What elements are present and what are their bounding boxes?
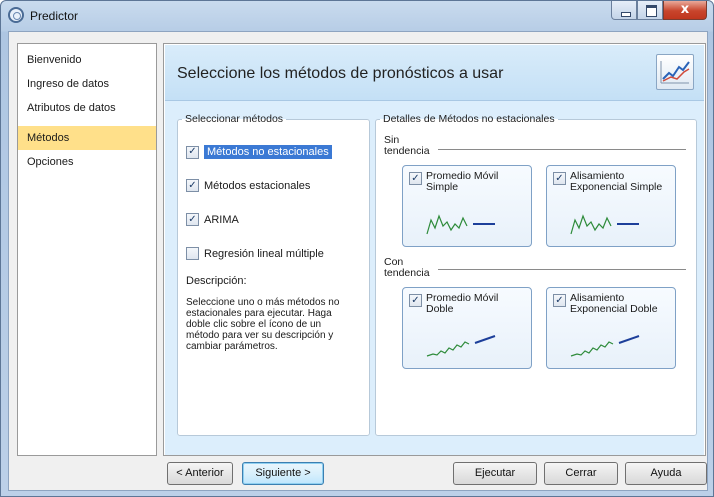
method-details-group: Detalles de Métodos no estacionales Sin …	[375, 113, 697, 436]
sidebar-item-opciones[interactable]: Opciones	[18, 150, 156, 174]
close-icon: x	[680, 2, 690, 17]
group-label-with-trend: Con tendencia	[384, 257, 430, 279]
minimize-button[interactable]	[611, 1, 637, 20]
page-title: Seleccione los métodos de pronósticos a …	[177, 65, 504, 82]
next-button[interactable]: Siguiente >	[242, 462, 324, 485]
option-label: Métodos estacionales	[204, 179, 311, 192]
group-label-line2: tendencia	[384, 145, 430, 157]
checkbox-checked-icon[interactable]: ✓	[186, 145, 199, 159]
window-controls: x	[611, 1, 707, 21]
option-seasonal[interactable]: ✓ Métodos estacionales	[186, 179, 310, 192]
select-methods-group: Seleccionar métodos ✓ Métodos no estacio…	[177, 113, 370, 436]
description-text: Seleccione uno o más métodos no estacion…	[186, 297, 340, 352]
close-button[interactable]: Cerrar	[544, 462, 618, 485]
method-promedio-movil-simple[interactable]: ✓ Promedio Móvil Simple	[402, 165, 532, 247]
main-panel: Seleccione los métodos de pronósticos a …	[163, 43, 706, 456]
title-bar[interactable]: Predictor x	[1, 1, 713, 31]
method-label: Alisamiento Exponencial Doble	[570, 292, 658, 315]
close-window-button[interactable]: x	[663, 1, 707, 20]
method-details-legend: Detalles de Métodos no estacionales	[383, 113, 555, 125]
checkbox-checked-icon[interactable]: ✓	[553, 294, 566, 307]
option-arima[interactable]: ✓ ARIMA	[186, 213, 239, 226]
page-header: Seleccione los métodos de pronósticos a …	[165, 45, 704, 101]
group-label-no-trend: Sin tendencia	[384, 135, 430, 157]
option-multiple-regression[interactable]: Regresión lineal múltiple	[186, 247, 324, 260]
option-label: ARIMA	[204, 213, 239, 226]
maximize-button[interactable]	[637, 1, 663, 20]
line-chart-icon	[656, 54, 694, 90]
checkbox-unchecked-icon[interactable]	[186, 247, 199, 260]
method-alisamiento-exponencial-doble[interactable]: ✓ Alisamiento Exponencial Doble	[546, 287, 676, 369]
select-methods-legend: Seleccionar métodos	[185, 113, 284, 125]
help-button[interactable]: Ayuda	[625, 462, 707, 485]
method-promedio-movil-doble[interactable]: ✓ Promedio Móvil Doble	[402, 287, 532, 369]
group-divider	[438, 149, 686, 150]
checkbox-checked-icon[interactable]: ✓	[186, 213, 199, 226]
option-label: Métodos no estacionales	[204, 145, 332, 159]
checkbox-checked-icon[interactable]: ✓	[553, 172, 566, 185]
trend-series-icon	[570, 335, 640, 357]
flat-series-icon	[426, 214, 495, 235]
window-title: Predictor	[30, 9, 79, 23]
option-no-seasonal[interactable]: ✓ Métodos no estacionales	[186, 145, 332, 159]
content-area: Seleccionar métodos ✓ Métodos no estacio…	[165, 101, 704, 455]
description-label: Descripción:	[186, 275, 247, 287]
flat-series-icon	[570, 214, 639, 235]
method-label: Promedio Móvil Simple	[426, 170, 499, 193]
app-icon	[8, 7, 24, 23]
sidebar-item-bienvenido[interactable]: Bienvenido	[18, 48, 156, 72]
previous-button[interactable]: < Anterior	[167, 462, 233, 485]
sidebar-item-atributos-de-datos[interactable]: Atributos de datos	[18, 96, 156, 120]
checkbox-checked-icon[interactable]: ✓	[409, 172, 422, 185]
method-label: Alisamiento Exponencial Simple	[570, 170, 663, 193]
run-button[interactable]: Ejecutar	[453, 462, 537, 485]
method-label: Promedio Móvil Doble	[426, 292, 499, 315]
group-label-line2: tendencia	[384, 267, 430, 279]
checkbox-checked-icon[interactable]: ✓	[186, 179, 199, 192]
checkbox-checked-icon[interactable]: ✓	[409, 294, 422, 307]
group-divider	[438, 269, 686, 270]
option-label: Regresión lineal múltiple	[204, 247, 324, 260]
sidebar-item-metodos[interactable]: Métodos	[18, 126, 156, 150]
method-alisamiento-exponencial-simple[interactable]: ✓ Alisamiento Exponencial Simple	[546, 165, 676, 247]
trend-series-icon	[426, 335, 496, 357]
sidebar: Bienvenido Ingreso de datos Atributos de…	[17, 43, 157, 456]
sidebar-item-ingreso-de-datos[interactable]: Ingreso de datos	[18, 72, 156, 96]
